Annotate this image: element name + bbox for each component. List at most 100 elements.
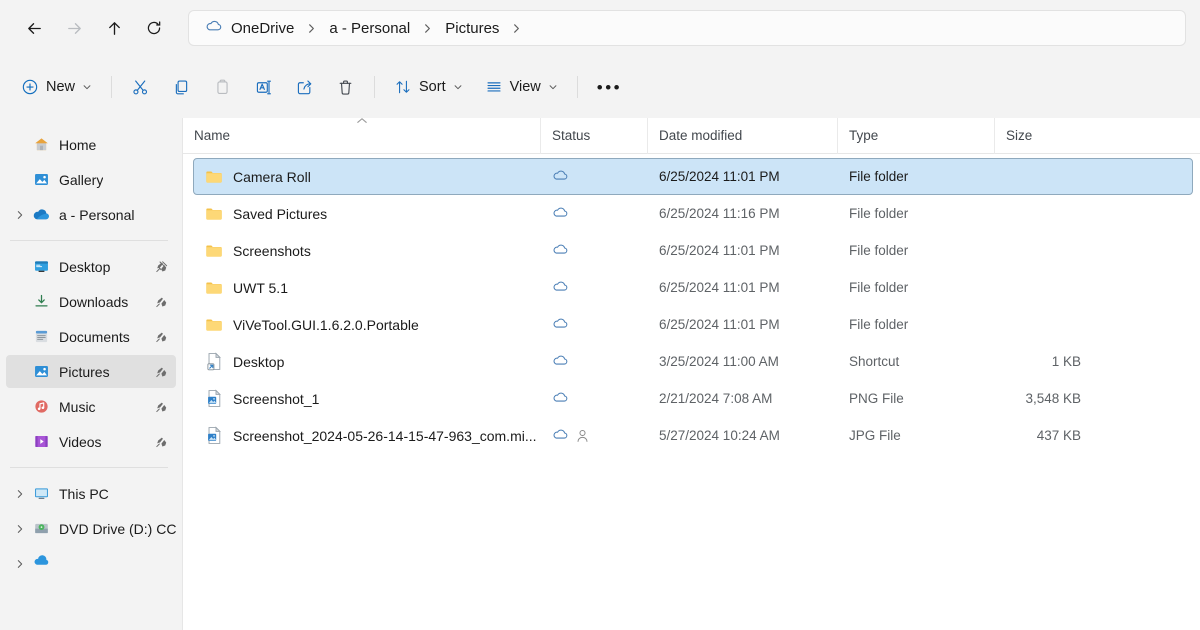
view-button[interactable]: View	[476, 70, 567, 104]
breadcrumb-item-onedrive[interactable]: OneDrive	[199, 16, 300, 40]
address-bar[interactable]: OneDrive a - Personal Pictures	[188, 10, 1186, 46]
forward-button[interactable]	[54, 11, 94, 45]
cell-status	[541, 158, 648, 195]
view-list-icon	[485, 78, 503, 96]
sidebar-label-pictures: Pictures	[59, 363, 110, 380]
navigation-bar: OneDrive a - Personal Pictures	[0, 0, 1200, 56]
column-header-size[interactable]: Size	[994, 117, 1099, 154]
cloud-icon	[552, 280, 569, 296]
onedrive-icon	[30, 207, 52, 222]
sort-button[interactable]: Sort	[385, 70, 472, 104]
sidebar-item-home[interactable]: Home	[6, 128, 176, 161]
chevron-right-icon[interactable]	[416, 23, 439, 34]
table-row[interactable]: Camera Roll 6/25/2024 11:01 PM File fold…	[193, 158, 1193, 195]
cell-size	[995, 158, 1092, 195]
folder-icon	[204, 167, 224, 187]
gallery-icon	[30, 171, 52, 188]
cell-name: Camera Roll	[194, 158, 541, 195]
column-header-type[interactable]: Type	[837, 117, 994, 154]
back-button[interactable]	[14, 11, 54, 45]
more-options-button[interactable]: •••	[588, 70, 631, 104]
file-name: Screenshot_1	[233, 390, 320, 407]
chevron-right-icon[interactable]	[300, 23, 323, 34]
sidebar-item-this-pc[interactable]: This PC	[6, 477, 176, 510]
sidebar-item-videos[interactable]: Videos	[6, 425, 176, 458]
column-header-status[interactable]: Status	[540, 117, 647, 154]
file-name: UWT 5.1	[233, 279, 288, 296]
chevron-right-icon[interactable]	[505, 23, 528, 34]
pin-icon[interactable]	[155, 365, 168, 378]
cut-button[interactable]	[122, 70, 159, 104]
navigation-pane[interactable]: Home Gallery a - Personal Desktop Downlo…	[0, 118, 183, 630]
share-icon	[295, 78, 314, 97]
table-row[interactable]: Screenshots 6/25/2024 11:01 PM File fold…	[193, 232, 1193, 269]
chevron-right-icon[interactable]	[10, 559, 30, 569]
cell-type: File folder	[849, 280, 909, 295]
table-row[interactable]: Desktop 3/25/2024 11:00 AM Shortcut 1 KB	[193, 343, 1193, 380]
file-list-pane[interactable]: Name Status Date modified Type Size Came…	[183, 116, 1200, 630]
cell-status	[541, 269, 648, 306]
sidebar-label-a-personal: a - Personal	[59, 206, 135, 223]
desktop-icon	[30, 258, 52, 275]
sidebar-item-gallery[interactable]: Gallery	[6, 163, 176, 196]
file-name: ViVeTool.GUI.1.6.2.0.Portable	[233, 316, 419, 333]
breadcrumb-item-a-personal[interactable]: a - Personal	[323, 17, 416, 40]
folder-icon	[204, 241, 224, 261]
sidebar-item-pictures[interactable]: Pictures	[6, 355, 176, 388]
chevron-down-icon[interactable]	[82, 82, 92, 92]
table-row[interactable]: UWT 5.1 6/25/2024 11:01 PM File folder	[193, 269, 1193, 306]
pin-icon[interactable]	[155, 295, 168, 308]
chevron-right-icon[interactable]	[10, 489, 30, 499]
pin-icon[interactable]	[155, 435, 168, 448]
shared-person-icon	[576, 429, 589, 443]
breadcrumb-label-onedrive: OneDrive	[231, 19, 295, 37]
plus-circle-icon	[21, 78, 39, 96]
sidebar-item-music[interactable]: Music	[6, 390, 176, 423]
folder-icon	[204, 204, 224, 224]
breadcrumb-item-pictures[interactable]: Pictures	[439, 17, 505, 40]
sidebar-label-videos: Videos	[59, 433, 102, 450]
sidebar-item-downloads[interactable]: Downloads	[6, 285, 176, 318]
cell-name: Screenshot_2024-05-26-14-15-47-963_com.m…	[194, 417, 541, 454]
sidebar-item-desktop[interactable]: Desktop	[6, 250, 176, 283]
table-row[interactable]: ViVeTool.GUI.1.6.2.0.Portable 6/25/2024 …	[193, 306, 1193, 343]
sidebar-item-dvd-drive[interactable]: DVD Drive (D:) CCC	[6, 512, 176, 545]
sidebar-item-documents[interactable]: Documents	[6, 320, 176, 353]
sort-ascending-icon	[355, 116, 368, 125]
column-header-status-label: Status	[552, 128, 591, 143]
chevron-down-icon[interactable]	[548, 82, 558, 92]
new-button[interactable]: New	[12, 70, 101, 104]
column-header-date-modified[interactable]: Date modified	[647, 117, 837, 154]
file-rows[interactable]: Camera Roll 6/25/2024 11:01 PM File fold…	[183, 154, 1200, 630]
cell-date-modified: 6/25/2024 11:01 PM	[659, 169, 780, 184]
paste-icon	[213, 78, 232, 97]
cell-status	[541, 417, 648, 454]
music-icon	[30, 398, 52, 415]
chevron-down-icon[interactable]	[453, 82, 463, 92]
rename-icon	[254, 78, 273, 97]
downloads-icon	[30, 293, 52, 310]
delete-button[interactable]	[327, 70, 364, 104]
pin-icon[interactable]	[155, 330, 168, 343]
cell-size: 1 KB	[1051, 354, 1081, 369]
pin-icon[interactable]	[155, 400, 168, 413]
column-header-name[interactable]: Name	[183, 116, 540, 154]
refresh-button[interactable]	[134, 11, 174, 45]
rename-button[interactable]	[245, 70, 282, 104]
chevron-right-icon[interactable]	[10, 210, 30, 220]
table-row[interactable]: Screenshot_1 2/21/2024 7:08 AM PNG File …	[193, 380, 1193, 417]
up-button[interactable]	[94, 11, 134, 45]
chevron-right-icon[interactable]	[10, 524, 30, 534]
cloud-icon	[552, 428, 569, 444]
table-row[interactable]: Saved Pictures 6/25/2024 11:16 PM File f…	[193, 195, 1193, 232]
share-button[interactable]	[286, 70, 323, 104]
pin-icon[interactable]	[155, 260, 168, 273]
sidebar-item-a-personal[interactable]: a - Personal	[6, 198, 176, 231]
sidebar-item-partial[interactable]	[6, 547, 176, 580]
copy-button[interactable]	[163, 70, 200, 104]
cell-name: UWT 5.1	[194, 269, 541, 306]
image-file-icon	[204, 389, 224, 409]
cell-type: PNG File	[849, 391, 904, 406]
table-row[interactable]: Screenshot_2024-05-26-14-15-47-963_com.m…	[193, 417, 1193, 454]
paste-button[interactable]	[204, 70, 241, 104]
